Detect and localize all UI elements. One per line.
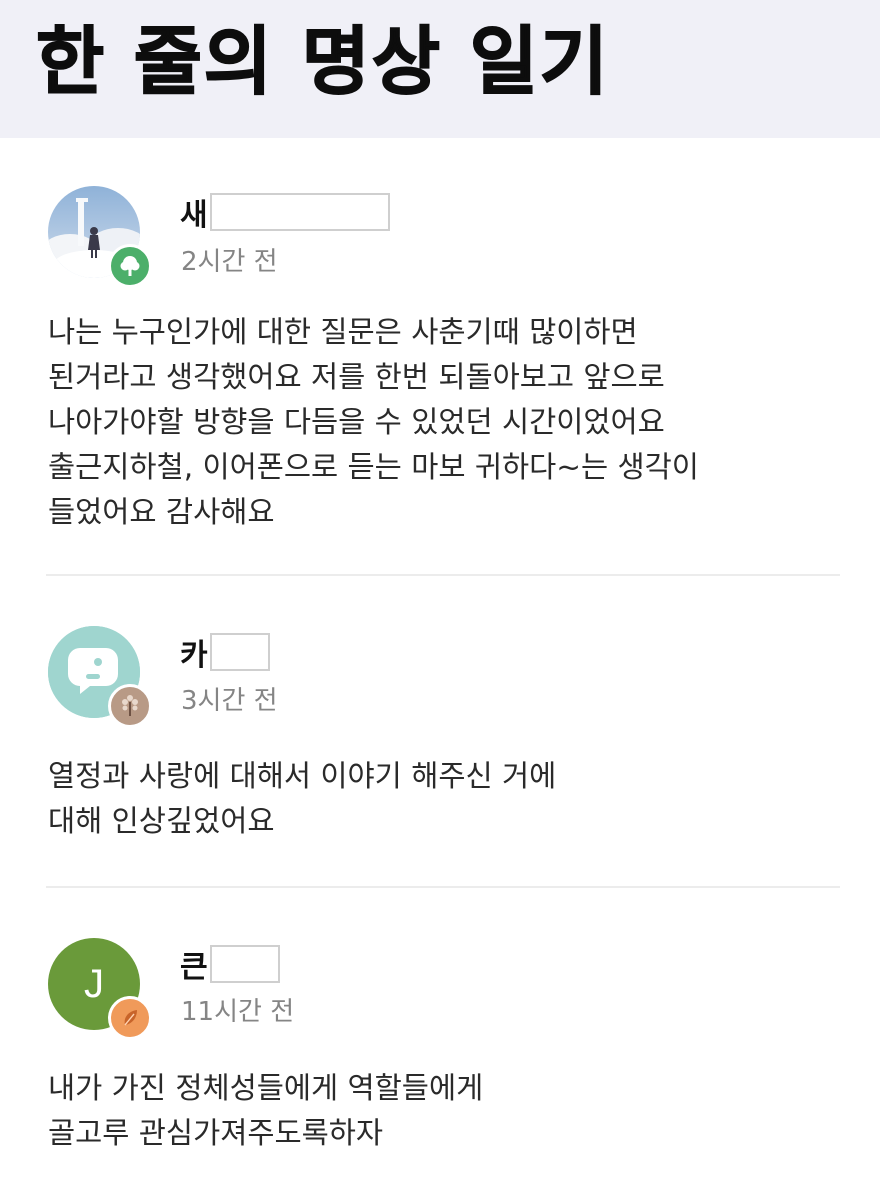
comment-line: 출근지하철, 이어폰으로 듣는 마보 귀하다~는 생각이: [48, 450, 699, 484]
comment-body: 열정과 사랑에 대해서 이야기 해주신 거에 대해 인상깊었어요: [48, 754, 840, 844]
comment-author[interactable]: 새: [180, 190, 390, 234]
seed-badge-icon: [108, 996, 152, 1040]
comment-line: 열정과 사랑에 대해서 이야기 해주신 거에: [48, 759, 557, 793]
comment-line: 골고루 관심가져주도록하자: [48, 1116, 384, 1150]
redacted-name: [209, 945, 280, 983]
author-name: 새: [180, 198, 208, 233]
comment-item: J 큰 11시간 전 내가 가진 정체성들에게 역할들에게 골고루 관심가져주도…: [0, 888, 880, 1184]
comment-time: 11시간 전: [181, 997, 295, 1027]
comment-author[interactable]: 카: [180, 630, 270, 674]
comment-body: 내가 가진 정체성들에게 역할들에게 골고루 관심가져주도록하자: [48, 1066, 840, 1156]
comment-time: 3시간 전: [181, 686, 278, 716]
comment-time: 2시간 전: [181, 247, 278, 277]
redacted-name: [209, 633, 270, 671]
comment-author[interactable]: 큰: [180, 942, 280, 986]
comment-body: 나는 누구인가에 대한 질문은 사춘기때 많이하면 된거라고 생각했어요 저를 …: [48, 310, 840, 535]
author-name: 큰: [180, 950, 208, 985]
comment-line: 들었어요 감사해요: [48, 495, 275, 529]
comment-line: 나아가야할 방향을 다듬을 수 있었던 시간이었어요: [48, 405, 665, 439]
comment-item: 카 3시간 전 열정과 사랑에 대해서 이야기 해주신 거에 대해 인상깊었어요: [0, 576, 880, 888]
comment-line: 된거라고 생각했어요 저를 한번 되돌아보고 앞으로: [48, 360, 665, 394]
page-title: 한 줄의 명상 일기: [35, 19, 610, 105]
avatar-letter: J: [84, 961, 104, 1006]
comment-item: 새 2시간 전 나는 누구인가에 대한 질문은 사춘기때 많이하면 된거라고 생…: [0, 138, 880, 576]
author-name: 카: [180, 638, 208, 673]
tree-badge-icon: [108, 244, 152, 288]
comment-line: 내가 가진 정체성들에게 역할들에게: [48, 1071, 484, 1105]
app-header: 한 줄의 명상 일기: [0, 0, 880, 138]
redacted-name: [209, 193, 390, 231]
comment-line: 나는 누구인가에 대한 질문은 사춘기때 많이하면: [48, 315, 638, 349]
sapling-badge-icon: [108, 684, 152, 728]
comment-line: 대해 인상깊었어요: [48, 804, 275, 838]
